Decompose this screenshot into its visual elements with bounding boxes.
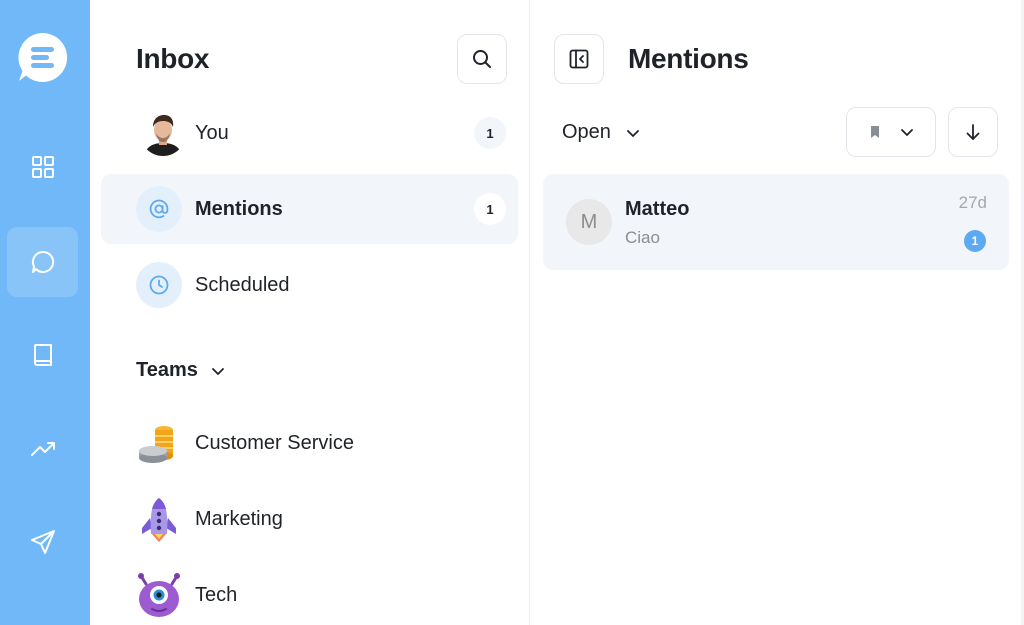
- search-icon: [473, 50, 491, 68]
- purple-monster-icon: [136, 572, 182, 618]
- inbox-item-mentions[interactable]: Mentions 1: [101, 174, 518, 244]
- rocket-emoji-icon: [136, 496, 182, 542]
- unread-count-badge: 1: [474, 117, 506, 149]
- bookmark-filter-button[interactable]: [846, 107, 936, 157]
- at-sign-icon: [136, 186, 182, 232]
- chevron-down-icon: [627, 129, 639, 137]
- avatar: M: [566, 199, 612, 245]
- inbox-item-label: Scheduled: [195, 273, 290, 296]
- rail-dashboard-button[interactable]: [7, 132, 78, 202]
- chat-bubble-icon: [31, 250, 54, 273]
- icon-rail: [0, 0, 90, 625]
- book-icon: [33, 344, 52, 366]
- chevron-down-icon: [211, 367, 224, 375]
- conversation-preview: Ciao: [625, 228, 660, 247]
- collapse-panel-button[interactable]: [554, 34, 604, 84]
- teams-toggle[interactable]: Teams: [136, 359, 226, 382]
- unread-count-badge: 1: [474, 193, 506, 225]
- conversation-contact-name: Matteo: [625, 198, 690, 220]
- inbox-item-you[interactable]: You 1: [101, 98, 518, 168]
- status-filter-dropdown[interactable]: Open: [562, 121, 641, 144]
- rail-knowledge-button[interactable]: [7, 320, 78, 390]
- sort-order-button[interactable]: [948, 107, 998, 157]
- team-item-label: Marketing: [195, 507, 283, 530]
- rail-campaigns-button[interactable]: [7, 507, 78, 577]
- rail-chats-button[interactable]: [7, 227, 78, 297]
- team-item-label: Customer Service: [195, 431, 354, 454]
- team-item-tech[interactable]: Tech: [101, 560, 518, 625]
- inbox-item-label: Mentions: [195, 197, 283, 220]
- chevron-down-icon: [901, 129, 913, 136]
- bookmark-icon: [871, 126, 879, 138]
- inbox-panel: Inbox You 1 Mentions 1 Scheduled Teams C…: [90, 0, 530, 625]
- conversation-timestamp: 27d: [958, 193, 987, 212]
- search-button[interactable]: [457, 34, 507, 84]
- mentions-title: Mentions: [628, 43, 749, 74]
- rail-reports-button[interactable]: [7, 414, 78, 484]
- user-avatar: [140, 110, 186, 156]
- inbox-title: Inbox: [136, 43, 210, 74]
- coins-emoji-icon: [136, 420, 182, 466]
- send-icon: [30, 530, 55, 554]
- team-item-label: Tech: [195, 583, 238, 606]
- unread-badge: 1: [964, 230, 986, 252]
- trending-up-icon: [30, 442, 55, 456]
- team-item-marketing[interactable]: Marketing: [101, 484, 518, 554]
- status-filter-label: Open: [562, 121, 611, 143]
- team-item-customer-service[interactable]: Customer Service: [101, 408, 518, 478]
- mentions-panel: Mentions Open M Matteo Ciao 27d 1: [531, 0, 1021, 625]
- arrow-down-icon: [966, 124, 980, 140]
- chat-logo-icon[interactable]: [16, 31, 69, 84]
- grid-icon: [31, 156, 54, 178]
- collapse-panel-icon: [569, 49, 589, 69]
- inbox-item-label: You: [195, 121, 229, 144]
- conversation-list-item[interactable]: M Matteo Ciao 27d 1: [543, 174, 1009, 270]
- teams-heading-label: Teams: [136, 359, 198, 381]
- inbox-item-scheduled[interactable]: Scheduled: [101, 250, 518, 320]
- clock-icon: [136, 262, 182, 308]
